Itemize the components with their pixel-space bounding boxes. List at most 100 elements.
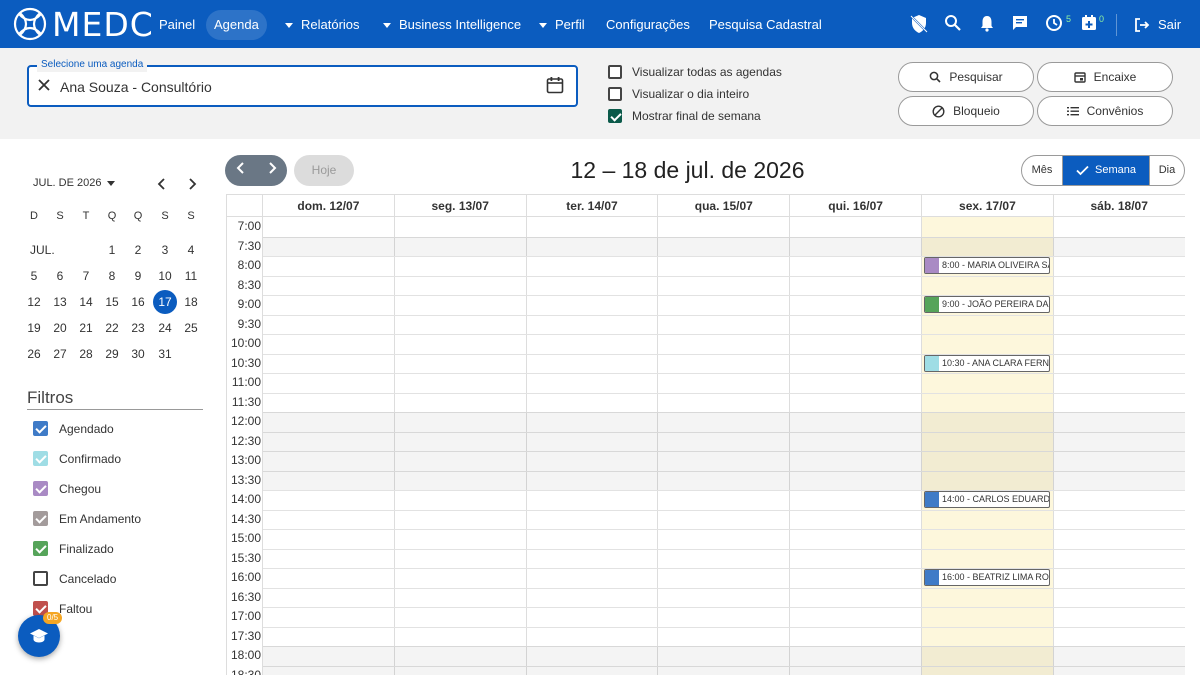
checkbox-box[interactable] bbox=[608, 109, 622, 123]
nav-business-intelligence[interactable]: Business Intelligence bbox=[383, 10, 521, 40]
time-slot[interactable] bbox=[263, 334, 1185, 354]
time-slot[interactable] bbox=[263, 646, 1185, 666]
mini-calendar-day[interactable]: 23 bbox=[126, 316, 150, 340]
prev-week-button[interactable] bbox=[234, 161, 248, 180]
filter-faltou[interactable]: Faltou bbox=[33, 601, 92, 616]
filter-cancelado[interactable]: Cancelado bbox=[33, 571, 116, 586]
checkbox-show-weekend[interactable]: Mostrar final de semana bbox=[608, 108, 761, 124]
encaixe-button[interactable]: Encaixe bbox=[1037, 62, 1173, 92]
chat-icon[interactable] bbox=[1011, 14, 1031, 34]
nav-agenda[interactable]: Agenda bbox=[206, 10, 267, 40]
time-slot[interactable] bbox=[263, 529, 1185, 549]
time-slot[interactable] bbox=[263, 470, 1185, 490]
filter-checkbox[interactable] bbox=[33, 511, 48, 526]
mini-calendar-day[interactable]: 18 bbox=[179, 290, 203, 314]
filter-confirmado[interactable]: Confirmado bbox=[33, 451, 121, 466]
checkbox-box[interactable] bbox=[608, 87, 622, 101]
checkbox-view-whole-day[interactable]: Visualizar o dia inteiro bbox=[608, 86, 749, 102]
mini-calendar-day[interactable]: 11 bbox=[179, 264, 203, 288]
day-header[interactable]: qua. 15/07 bbox=[658, 195, 791, 217]
day-header[interactable]: qui. 16/07 bbox=[790, 195, 922, 217]
pesquisar-button[interactable]: Pesquisar bbox=[898, 62, 1034, 92]
agenda-select-field[interactable]: Selecione uma agenda Ana Souza - Consult… bbox=[27, 58, 578, 107]
appointment-event[interactable]: 14:00 - CARLOS EDUARDO bbox=[924, 491, 1050, 508]
checkbox-box[interactable] bbox=[608, 65, 622, 79]
mini-calendar-day[interactable]: 12 bbox=[22, 290, 46, 314]
view-week-button[interactable]: Semana bbox=[1063, 156, 1149, 185]
filter-finalizado[interactable]: Finalizado bbox=[33, 541, 114, 556]
mini-calendar-day[interactable]: 24 bbox=[153, 316, 177, 340]
time-slot[interactable] bbox=[263, 276, 1185, 296]
mini-calendar-day[interactable]: 19 bbox=[22, 316, 46, 340]
filter-checkbox[interactable] bbox=[33, 541, 48, 556]
mini-calendar-day[interactable]: 21 bbox=[74, 316, 98, 340]
privacy-icon[interactable] bbox=[910, 14, 930, 34]
time-slot[interactable] bbox=[263, 588, 1185, 608]
mini-calendar-day[interactable]: 29 bbox=[100, 342, 124, 366]
mini-calendar-day[interactable]: 31 bbox=[153, 342, 177, 366]
mini-calendar-day[interactable]: 27 bbox=[48, 342, 72, 366]
clear-icon[interactable] bbox=[37, 78, 51, 97]
mini-calendar-day[interactable]: 15 bbox=[100, 290, 124, 314]
day-header[interactable]: sáb. 18/07 bbox=[1053, 195, 1185, 217]
mini-calendar-day[interactable]: 10 bbox=[153, 264, 177, 288]
filter-checkbox[interactable] bbox=[33, 481, 48, 496]
mini-calendar-day[interactable]: 5 bbox=[22, 264, 46, 288]
nav-configuracoes[interactable]: Configurações bbox=[606, 10, 690, 40]
mini-calendar-day[interactable]: 20 bbox=[48, 316, 72, 340]
calendar-icon[interactable] bbox=[546, 76, 564, 99]
time-slot[interactable] bbox=[263, 217, 1185, 237]
convenios-button[interactable]: Convênios bbox=[1037, 96, 1173, 126]
day-header[interactable]: ter. 14/07 bbox=[526, 195, 659, 217]
mini-calendar-month-selector[interactable]: JUL. DE 2026 bbox=[33, 177, 116, 189]
filter-checkbox[interactable] bbox=[33, 571, 48, 586]
nav-relatorios[interactable]: Relatórios bbox=[285, 10, 360, 40]
mini-calendar-day[interactable]: 3 bbox=[153, 238, 177, 262]
mini-calendar-day[interactable]: 16 bbox=[126, 290, 150, 314]
mini-calendar-day[interactable]: 2 bbox=[126, 238, 150, 262]
today-button[interactable]: Hoje bbox=[294, 155, 354, 186]
clock-icon[interactable] bbox=[1045, 14, 1065, 34]
appointment-event[interactable]: 16:00 - BEATRIZ LIMA ROC bbox=[924, 569, 1050, 586]
mini-calendar-prev-button[interactable] bbox=[154, 176, 170, 192]
nav-pesquisa-cadastral[interactable]: Pesquisa Cadastral bbox=[709, 10, 822, 40]
nav-painel[interactable]: Painel bbox=[159, 10, 195, 40]
view-day-button[interactable]: Dia bbox=[1149, 156, 1184, 185]
mini-calendar-day[interactable]: 26 bbox=[22, 342, 46, 366]
day-header[interactable]: sex. 17/07 bbox=[922, 195, 1054, 217]
appointment-event[interactable]: 9:00 - JOÃO PEREIRA DA S bbox=[924, 296, 1050, 313]
appointment-event[interactable]: 8:00 - MARIA OLIVEIRA SA bbox=[924, 257, 1050, 274]
time-slot[interactable] bbox=[263, 627, 1185, 647]
filter-em-andamento[interactable]: Em Andamento bbox=[33, 511, 141, 526]
time-slot[interactable] bbox=[263, 315, 1185, 335]
search-icon[interactable] bbox=[944, 14, 964, 34]
time-slot[interactable] bbox=[263, 236, 1185, 256]
day-header[interactable]: seg. 13/07 bbox=[394, 195, 527, 217]
time-slot[interactable] bbox=[263, 431, 1185, 451]
bell-icon[interactable] bbox=[978, 14, 998, 34]
mini-calendar-day[interactable]: 30 bbox=[126, 342, 150, 366]
medc-logo[interactable]: MEDC bbox=[12, 5, 154, 44]
view-month-button[interactable]: Mês bbox=[1022, 156, 1063, 185]
time-slot[interactable] bbox=[263, 393, 1185, 413]
mini-calendar-day[interactable]: 8 bbox=[100, 264, 124, 288]
appointment-event[interactable]: 10:30 - ANA CLARA FERNA bbox=[924, 354, 1050, 372]
checkbox-view-all-agendas[interactable]: Visualizar todas as agendas bbox=[608, 64, 782, 80]
mini-calendar-day[interactable]: 6 bbox=[48, 264, 72, 288]
mini-calendar-day[interactable]: 22 bbox=[100, 316, 124, 340]
time-slot[interactable] bbox=[263, 607, 1185, 627]
filter-checkbox[interactable] bbox=[33, 421, 48, 436]
mini-calendar-day[interactable]: 4 bbox=[179, 238, 203, 262]
next-week-button[interactable] bbox=[265, 161, 279, 180]
mini-calendar-day[interactable]: 9 bbox=[126, 264, 150, 288]
mini-calendar-day[interactable]: 14 bbox=[74, 290, 98, 314]
time-slot[interactable] bbox=[263, 510, 1185, 530]
filter-chegou[interactable]: Chegou bbox=[33, 481, 101, 496]
time-slot[interactable] bbox=[263, 412, 1185, 432]
filter-checkbox[interactable] bbox=[33, 451, 48, 466]
mini-calendar-next-button[interactable] bbox=[184, 176, 200, 192]
mini-calendar-day[interactable]: 7 bbox=[74, 264, 98, 288]
mini-calendar-day[interactable]: 25 bbox=[179, 316, 203, 340]
time-slot[interactable] bbox=[263, 665, 1185, 675]
mini-calendar-day[interactable]: 13 bbox=[48, 290, 72, 314]
